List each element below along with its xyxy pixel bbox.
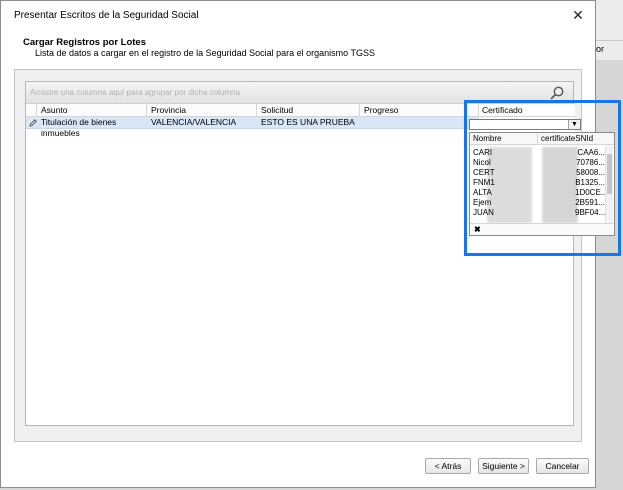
row-indicator-header: [26, 104, 37, 117]
column-header-progreso[interactable]: Progreso: [360, 104, 479, 117]
background-divider: [596, 40, 623, 41]
search-icon[interactable]: [549, 85, 565, 101]
header-title: Cargar Registros por Lotes: [23, 37, 146, 48]
cancel-button[interactable]: Cancelar: [536, 458, 589, 474]
header-subtitle: Lista de datos a cargar en el registro d…: [35, 48, 376, 58]
column-header-provincia[interactable]: Provincia: [147, 104, 257, 117]
cell-progreso[interactable]: [360, 117, 479, 129]
background-partial-text: or: [596, 44, 605, 54]
column-header-asunto[interactable]: Asunto: [37, 104, 147, 117]
column-header-solicitud[interactable]: Solicitud: [257, 104, 360, 117]
cell-asunto[interactable]: Titulación de bienes inmuebles: [37, 117, 147, 138]
next-button[interactable]: Siguiente >: [478, 458, 529, 474]
group-by-hint: Arrastre una columna aquí para agrupar p…: [30, 88, 240, 97]
back-button[interactable]: < Atrás: [425, 458, 471, 474]
cell-solicitud[interactable]: ESTO ES UNA PRUEBA: [257, 117, 360, 129]
title-bar: Presentar Escritos de la Seguridad Socia…: [1, 1, 595, 29]
highlight-annotation: [464, 100, 621, 256]
wizard-header: Cargar Registros por Lotes Lista de dato…: [1, 29, 595, 67]
cell-provincia[interactable]: VALENCIA/VALENCIA: [147, 117, 257, 129]
window-title: Presentar Escritos de la Seguridad Socia…: [14, 10, 199, 21]
close-icon[interactable]: ✕: [569, 6, 587, 24]
